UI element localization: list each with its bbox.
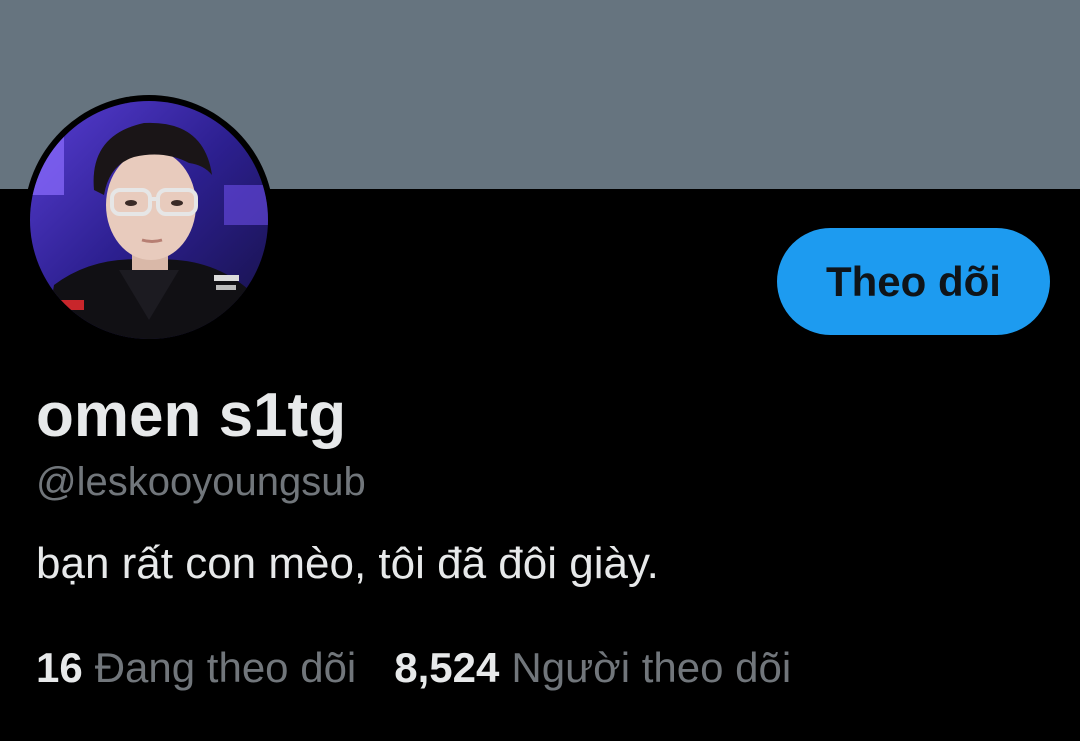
- follow-button[interactable]: Theo dõi: [777, 228, 1050, 335]
- avatar[interactable]: [24, 95, 274, 345]
- following-label: Đang theo dõi: [94, 644, 357, 691]
- username-handle: @leskooyoungsub: [36, 460, 366, 504]
- display-name: omen s1tg: [36, 381, 347, 450]
- following-count: 16: [36, 644, 83, 691]
- followers-label: Người theo dõi: [511, 644, 792, 691]
- follow-stats: 16 Đang theo dõi 8,524 Người theo dõi: [36, 642, 791, 694]
- profile-bio: bạn rất con mèo, tôi đã đôi giày.: [36, 539, 659, 588]
- followers-link[interactable]: 8,524 Người theo dõi: [394, 642, 791, 694]
- followers-count: 8,524: [394, 644, 500, 691]
- following-link[interactable]: 16 Đang theo dõi: [36, 642, 356, 694]
- profile-header: Theo dõi omen s1tg @leskooyoungsub bạn r…: [0, 0, 1080, 741]
- avatar-photo: [30, 101, 268, 339]
